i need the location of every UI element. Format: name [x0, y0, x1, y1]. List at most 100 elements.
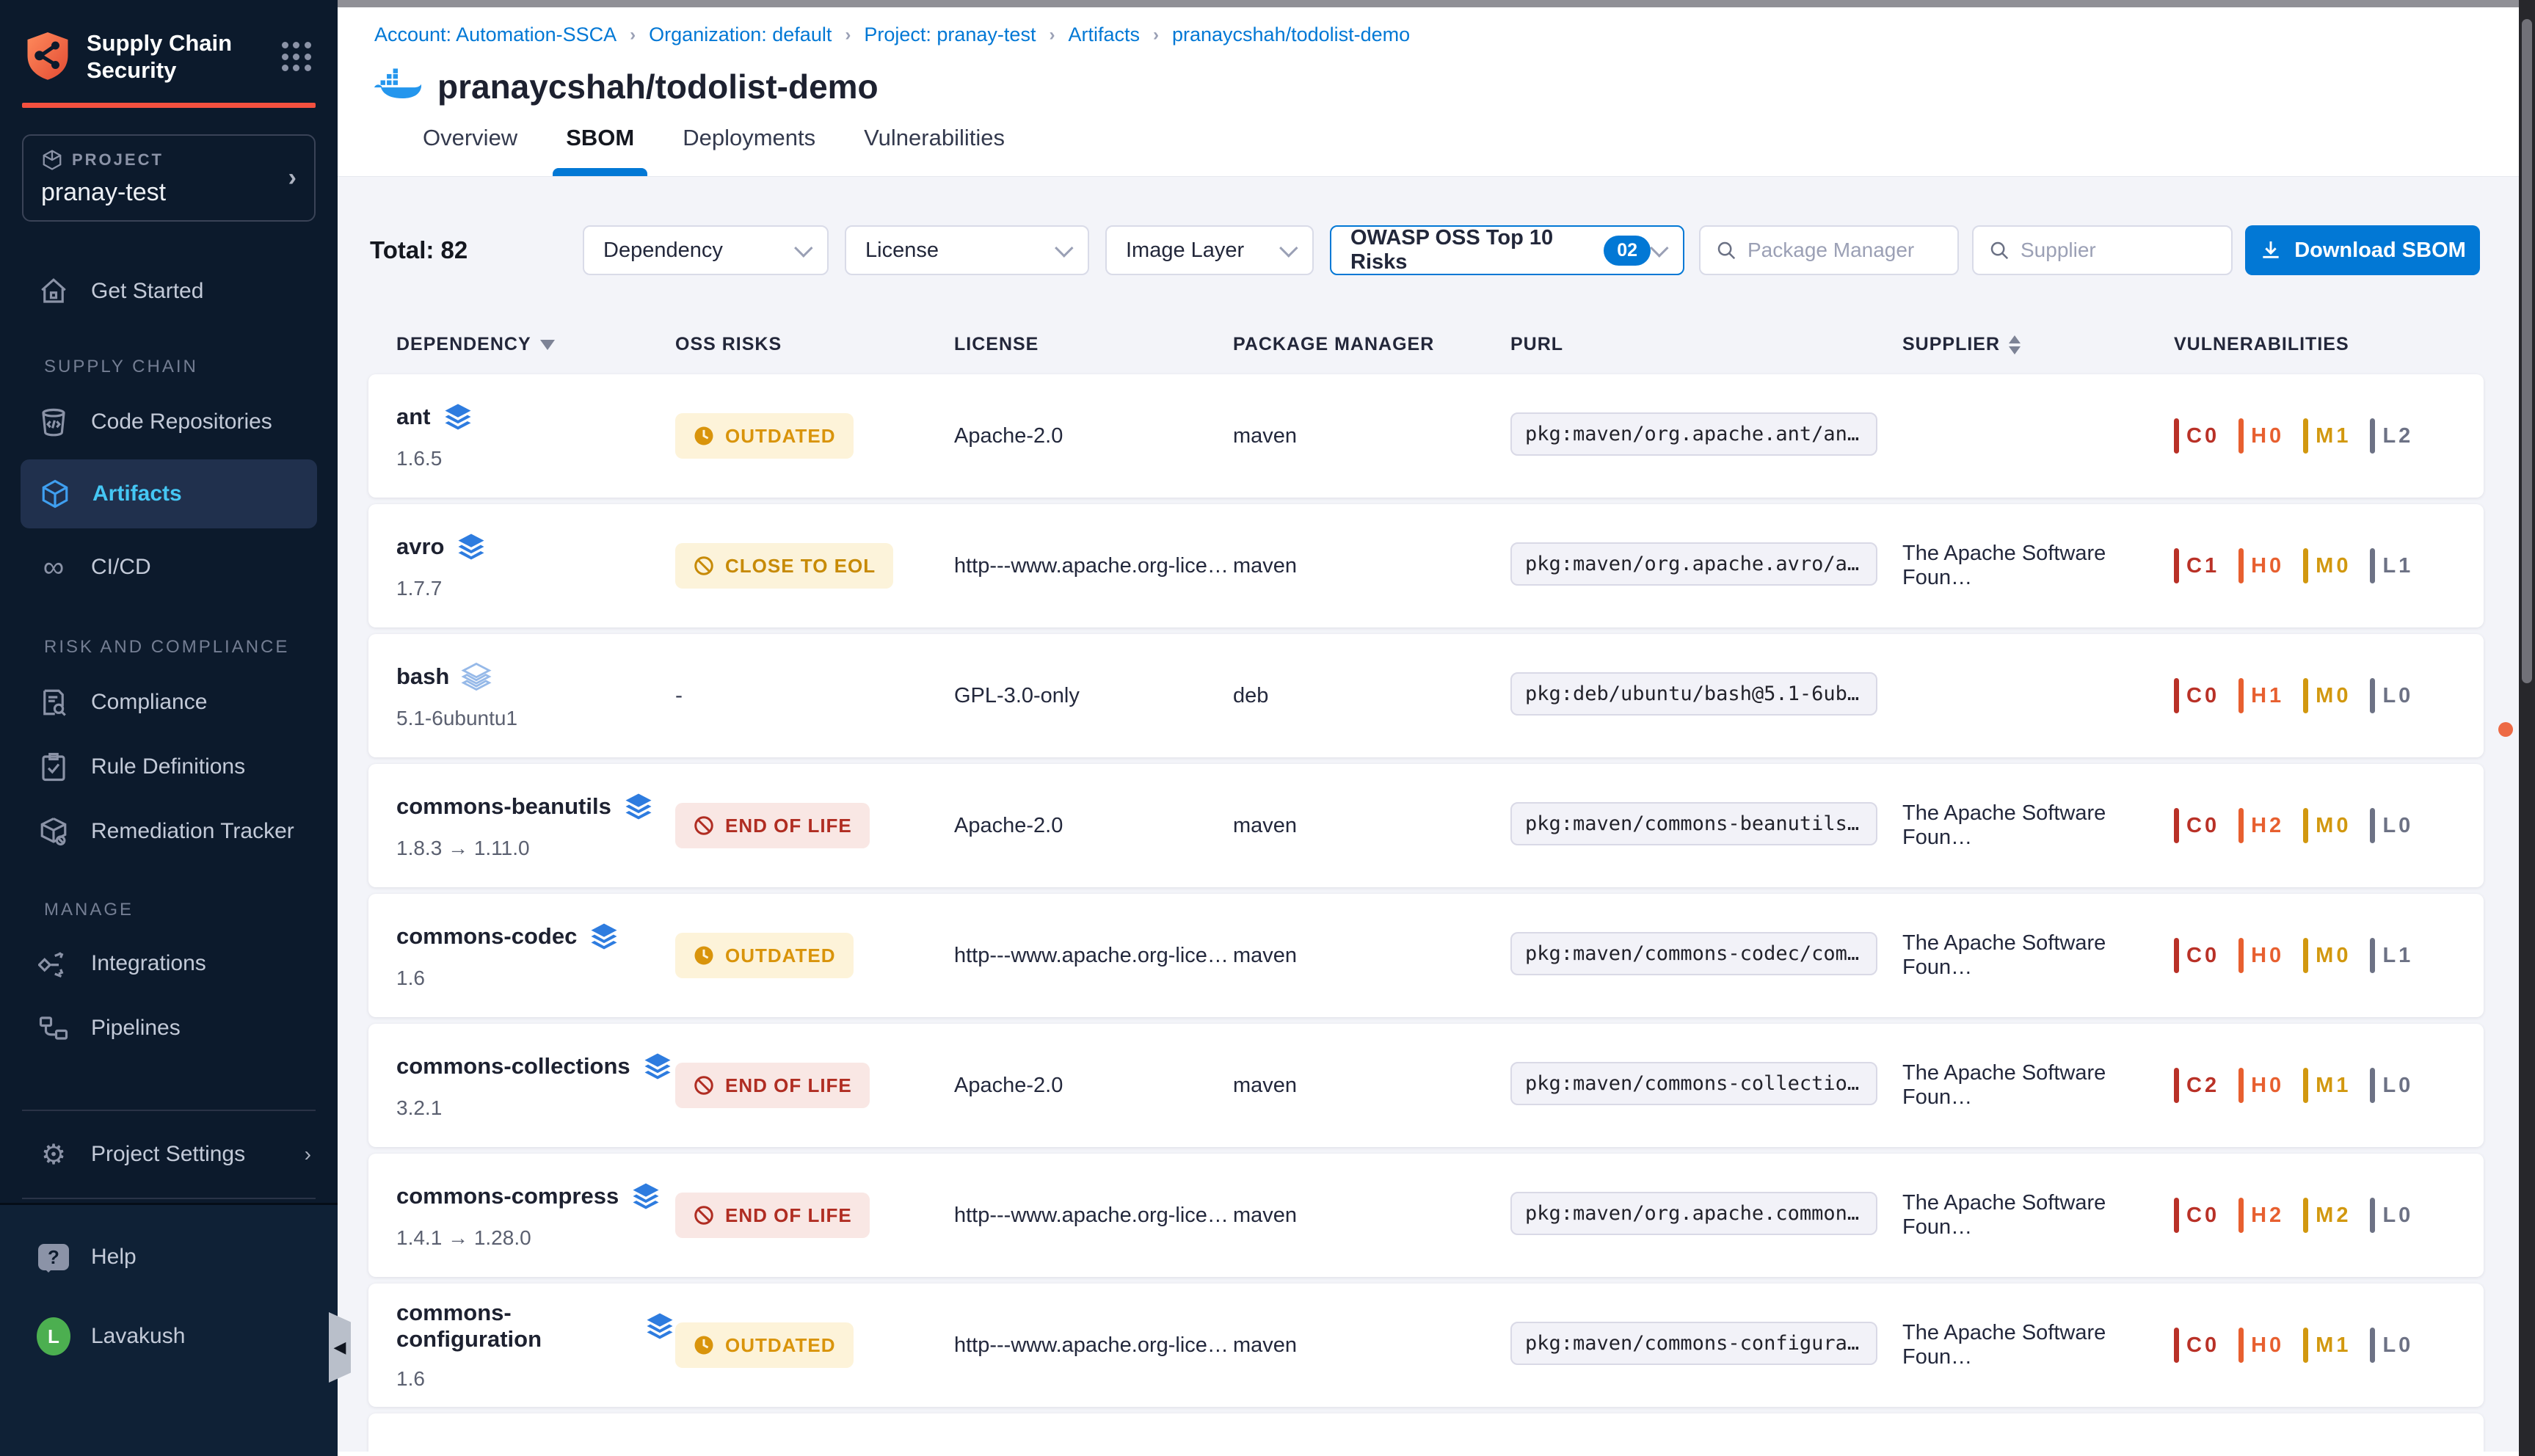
purl-chip[interactable]: pkg:maven/commons-configuration/…	[1510, 1322, 1877, 1365]
vulnerabilities-cell: C2 H0 M1 L0	[2174, 1068, 2484, 1103]
scrollbar-track[interactable]	[2519, 0, 2535, 1456]
high-bar	[2238, 678, 2244, 713]
table-row[interactable]: commons-compress 1.4.1 → 1.28.0	[368, 1154, 2484, 1277]
sidebar-item-code-repositories[interactable]: Code Repositories	[0, 399, 338, 445]
tab-vulnerabilities[interactable]: Vulnerabilities	[864, 125, 1005, 176]
column-header-supplier[interactable]: SUPPLIER	[1902, 334, 2174, 355]
dependency-name: avro	[396, 534, 444, 560]
table-row[interactable]: commons-codec 1.6	[368, 894, 2484, 1017]
table-row[interactable]: commons-beanutils 1.8.3 → 1.11.0	[368, 764, 2484, 887]
column-header-oss-risks: OSS RISKS	[675, 334, 954, 355]
purl-chip[interactable]: pkg:maven/commons-codec/commons-…	[1510, 932, 1877, 975]
layers-icon	[623, 791, 654, 822]
sidebar-item-get-started[interactable]: Get Started	[0, 269, 338, 314]
purl-chip[interactable]: pkg:maven/org.apache.commons/com…	[1510, 1192, 1877, 1235]
dependency-filter-dropdown[interactable]: Dependency	[583, 225, 829, 275]
dependency-name: commons-collections	[396, 1053, 630, 1080]
breadcrumb-account[interactable]: Account: Automation-SSCA	[374, 23, 617, 46]
sidebar-item-help[interactable]: ? Help	[0, 1234, 338, 1280]
breadcrumb-separator: ›	[1049, 25, 1055, 46]
package-manager-search-input[interactable]	[1747, 239, 1943, 262]
critical-bar	[2174, 548, 2179, 583]
dependency-cell: commons-fileupload	[396, 1413, 675, 1452]
critical-bar	[2174, 938, 2179, 973]
sort-icon[interactable]	[2009, 335, 2021, 354]
docker-whale-icon	[374, 68, 421, 106]
vulnerabilities-cell: C0 H0 M0 L1	[2174, 938, 2484, 973]
divider	[22, 1110, 316, 1111]
divider	[22, 1198, 316, 1199]
purl-cell: pkg:maven/commons-collections/co…	[1510, 1062, 1902, 1109]
sidebar-item-integrations[interactable]: Integrations	[0, 941, 338, 986]
table-row[interactable]: ant 1.6.5	[368, 374, 2484, 498]
sort-desc-icon[interactable]	[540, 340, 555, 350]
scrollbar-thumb[interactable]	[2522, 19, 2532, 683]
column-header-dependency[interactable]: DEPENDENCY	[396, 334, 675, 355]
sidebar-item-compliance[interactable]: Compliance	[0, 680, 338, 725]
critical-count: C0	[2174, 418, 2219, 454]
sidebar-collapse-handle[interactable]: ◀	[329, 1312, 351, 1383]
package-manager-cell: maven	[1233, 814, 1510, 838]
critical-count: C2	[2174, 1068, 2219, 1103]
package-manager-cell: maven	[1233, 554, 1510, 578]
sidebar-item-project-settings[interactable]: ⚙ Project Settings ›	[0, 1132, 338, 1177]
medium-count: M0	[2303, 938, 2351, 973]
sidebar-item-cicd[interactable]: ∞ CI/CD	[0, 545, 338, 590]
sidebar-item-user[interactable]: L Lavakush	[0, 1314, 338, 1359]
table-row[interactable]: avro 1.7.7	[368, 504, 2484, 627]
license-filter-dropdown[interactable]: License	[845, 225, 1089, 275]
medium-count: M1	[2303, 1328, 2351, 1363]
supplier-search-input[interactable]	[2021, 239, 2216, 262]
sidebar-item-pipelines[interactable]: Pipelines	[0, 1005, 338, 1051]
chevron-down-icon	[1279, 239, 1298, 257]
chevron-right-icon: ›	[288, 164, 297, 192]
oss-risk-cell: OUTDATED	[675, 1322, 954, 1368]
owasp-risks-filter-dropdown[interactable]: OWASP OSS Top 10 Risks 02	[1330, 225, 1684, 275]
tab-sbom[interactable]: SBOM	[566, 125, 634, 176]
oss-risk-cell: OUTDATED	[675, 933, 954, 978]
table-row[interactable]: commons-configuration 1.6	[368, 1284, 2484, 1407]
page-header: Account: Automation-SSCA › Organization:…	[338, 0, 2519, 106]
sidebar-item-rule-definitions[interactable]: Rule Definitions	[0, 744, 338, 790]
purl-chip[interactable]: pkg:maven/commons-beanutils/comm…	[1510, 802, 1877, 845]
table-row[interactable]: commons-fileupload	[368, 1413, 2484, 1452]
oss-risk-label: END OF LIFE	[725, 1074, 852, 1097]
high-bar	[2238, 548, 2244, 583]
critical-bar	[2174, 1328, 2179, 1363]
breadcrumb-artifacts[interactable]: Artifacts	[1068, 23, 1140, 46]
purl-cell: pkg:maven/org.apache.avro/avro@1…	[1510, 542, 1902, 589]
sidebar-item-artifacts[interactable]: Artifacts	[21, 459, 317, 528]
tab-bar: Overview SBOM Deployments Vulnerabilitie…	[338, 106, 2519, 177]
avatar: L	[37, 1320, 70, 1353]
apps-grid-icon[interactable]	[282, 42, 311, 71]
medium-bar	[2303, 938, 2308, 973]
purl-chip[interactable]: pkg:maven/commons-collections/co…	[1510, 1062, 1877, 1105]
image-layer-filter-dropdown[interactable]: Image Layer	[1105, 225, 1314, 275]
purl-cell: pkg:maven/commons-beanutils/comm…	[1510, 802, 1902, 849]
medium-count: M0	[2303, 678, 2351, 713]
breadcrumb-organization[interactable]: Organization: default	[649, 23, 832, 46]
dependency-cell: commons-collections 3.2.1	[396, 1024, 675, 1147]
supplier-cell: The Apache Software Foun…	[1902, 1451, 2174, 1452]
purl-chip[interactable]: pkg:maven/org.apache.ant/ant@1.6…	[1510, 412, 1877, 456]
low-bar	[2370, 808, 2375, 843]
table-row[interactable]: bash 5.1-6ubuntu1	[368, 634, 2484, 757]
breadcrumb-artifact-name[interactable]: pranaycshah/todolist-demo	[1172, 23, 1410, 46]
download-sbom-button[interactable]: Download SBOM	[2245, 225, 2480, 275]
layers-icon	[461, 661, 492, 692]
purl-chip[interactable]: pkg:maven/org.apache.avro/avro@1…	[1510, 542, 1877, 586]
oss-risk-cell: -	[675, 673, 954, 718]
breadcrumb-project[interactable]: Project: pranay-test	[864, 23, 1036, 46]
clock-icon	[693, 425, 715, 447]
sidebar-item-remediation-tracker[interactable]: Remediation Tracker	[0, 809, 338, 854]
vulnerabilities-cell: C0 H0 M1 L2	[2174, 418, 2484, 454]
tab-overview[interactable]: Overview	[423, 125, 517, 176]
purl-chip[interactable]: pkg:deb/ubuntu/bash@5.1-6ubuntu1	[1510, 672, 1877, 716]
table-row[interactable]: commons-collections 3.2.1	[368, 1024, 2484, 1147]
notification-dot[interactable]	[2498, 722, 2513, 737]
medium-bar	[2303, 1068, 2308, 1103]
tab-deployments[interactable]: Deployments	[683, 125, 815, 176]
main-area: Account: Automation-SSCA › Organization:…	[338, 0, 2519, 1456]
project-selector[interactable]: PROJECT pranay-test ›	[22, 134, 316, 222]
ban-icon	[693, 555, 715, 577]
